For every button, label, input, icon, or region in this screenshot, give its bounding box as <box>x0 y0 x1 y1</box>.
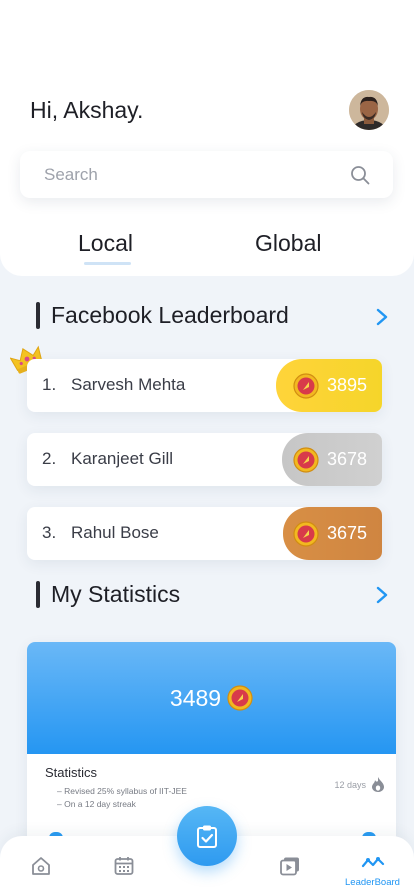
section-marker <box>36 581 40 608</box>
statistics-value: 3489 <box>169 684 222 711</box>
chevron-right-icon[interactable] <box>375 308 389 326</box>
chevron-right-icon[interactable] <box>375 586 389 604</box>
tasks-fab-button[interactable] <box>177 806 237 866</box>
rank-number: 1. <box>42 375 57 394</box>
greeting-text: Hi, Akshay. <box>30 97 144 123</box>
statistics-label: Statistics <box>45 765 98 780</box>
nav-label-leaderboard[interactable]: LeaderBoard <box>345 877 400 888</box>
score-value: 3675 <box>326 523 367 543</box>
streak-text: 12 days <box>334 779 366 790</box>
clipboard-check-icon <box>197 825 217 848</box>
search-icon[interactable] <box>349 164 371 186</box>
score-badge-silver: 3678 <box>282 433 382 486</box>
statistics-title: My Statistics <box>51 581 181 607</box>
coin-icon <box>293 372 319 399</box>
header-panel <box>0 0 414 276</box>
coin-icon <box>293 520 319 547</box>
leaderboard-row[interactable]: 1. Sarvesh Mehta 3895 <box>27 359 382 412</box>
home-icon[interactable] <box>29 854 53 878</box>
active-tab-indicator <box>84 262 131 265</box>
calendar-icon[interactable] <box>112 854 136 878</box>
rank-number: 2. <box>42 449 57 468</box>
statistics-note: – On a 12 day streak <box>57 799 136 809</box>
tab-global[interactable]: Global <box>255 230 321 257</box>
video-play-icon[interactable] <box>278 854 302 878</box>
leaderboard-row[interactable]: 2. Karanjeet Gill 3678 <box>27 433 382 486</box>
search-bar <box>20 151 393 198</box>
player-name: Rahul Bose <box>71 523 159 542</box>
statistics-note: – Revised 25% syllabus of IIT-JEE <box>57 786 187 796</box>
player-name: Sarvesh Mehta <box>71 375 186 394</box>
score-value: 3895 <box>326 375 367 395</box>
streak-indicator: 12 days <box>334 777 384 792</box>
leaderboard-title: Facebook Leaderboard <box>51 302 289 328</box>
flame-icon <box>372 777 384 792</box>
leaderboard-icon[interactable] <box>361 851 385 875</box>
leaderboard-header: Facebook Leaderboard <box>36 302 289 329</box>
tab-local[interactable]: Local <box>78 230 133 257</box>
section-marker <box>36 302 40 329</box>
score-value: 3678 <box>326 449 367 469</box>
player-name: Karanjeet Gill <box>71 449 174 468</box>
leaderboard-row[interactable]: 3. Rahul Bose 3675 <box>27 507 382 560</box>
coin-icon <box>293 446 319 473</box>
statistics-notes: – Revised 25% syllabus of IIT-JEE – On a… <box>57 785 187 811</box>
statistics-banner: 3489 <box>27 642 396 754</box>
user-avatar-icon <box>349 90 389 130</box>
coin-icon <box>227 685 253 711</box>
avatar[interactable] <box>349 90 389 130</box>
score-badge-gold: 3895 <box>276 359 382 412</box>
rank-number: 3. <box>42 523 57 542</box>
score-badge-bronze: 3675 <box>283 507 382 560</box>
statistics-header: My Statistics <box>36 581 180 608</box>
search-input[interactable] <box>44 164 349 185</box>
